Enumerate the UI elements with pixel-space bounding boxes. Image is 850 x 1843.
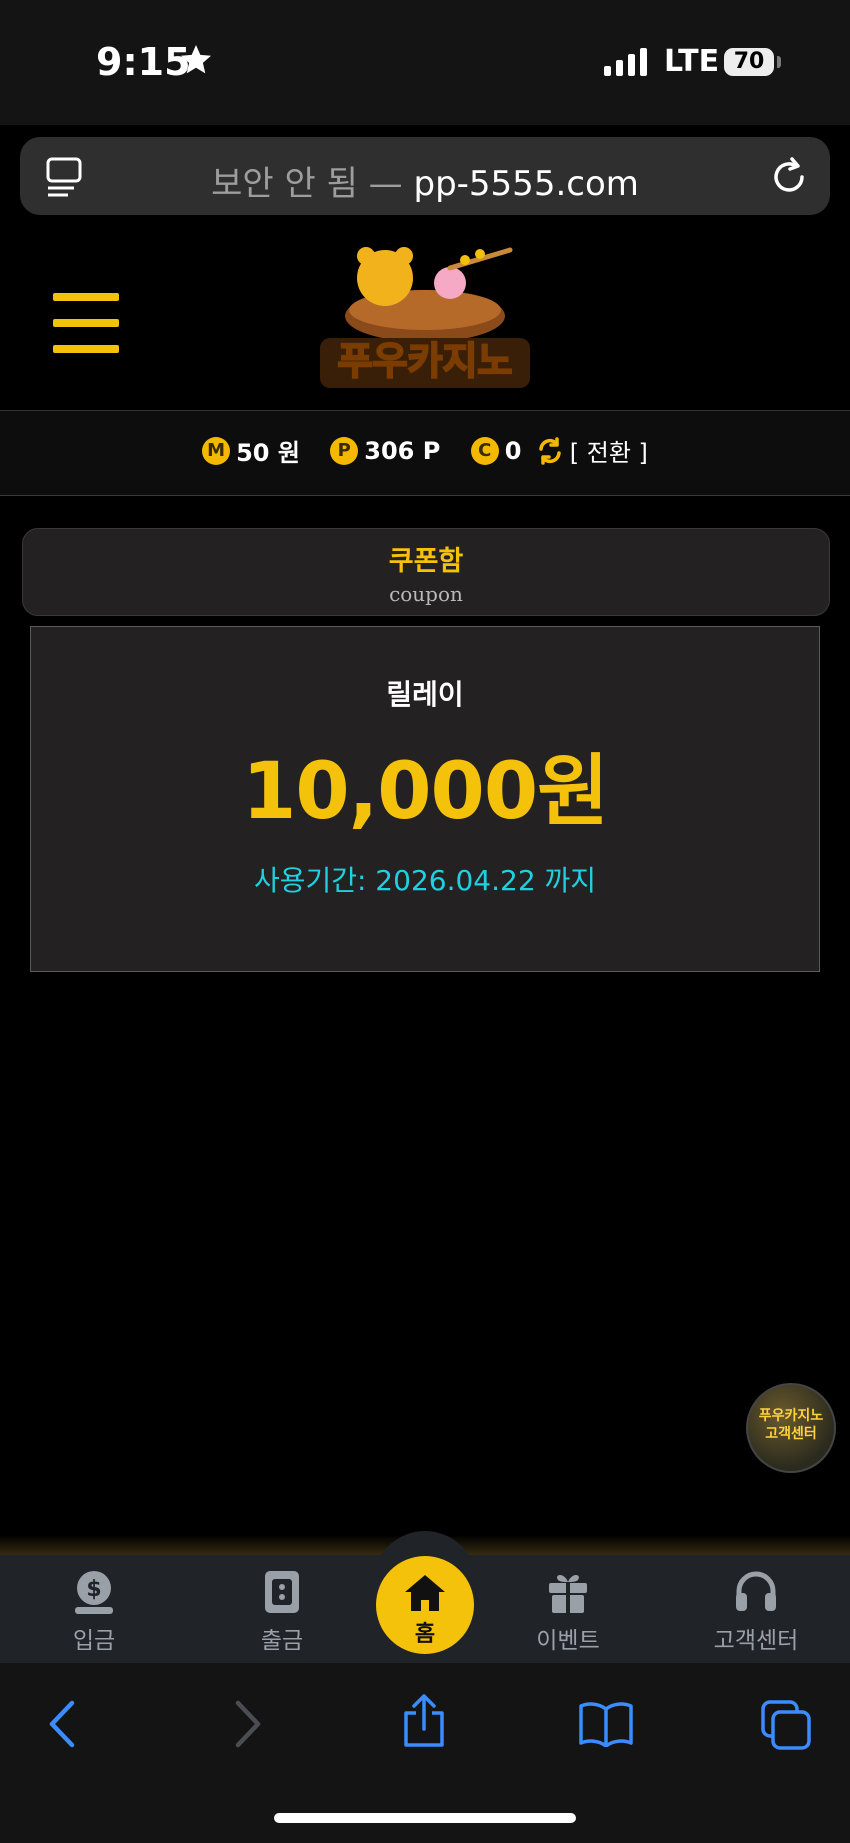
status-time: 9:15 xyxy=(96,40,191,84)
tabs-icon[interactable] xyxy=(760,1699,812,1751)
coupon-name: 릴레이 xyxy=(386,678,464,711)
cs-badge-line2: 고객센터 xyxy=(765,1426,817,1442)
nav-event[interactable]: 이벤트 xyxy=(508,1569,628,1655)
signal-icon xyxy=(604,48,647,76)
battery-level: 70 xyxy=(733,49,765,74)
status-bar: 9:15 LTE 70 보안 안 됨 — pp-5555.com xyxy=(0,0,850,215)
customer-service-badge[interactable]: 푸우카지노 고객센터 xyxy=(746,1383,836,1473)
money-coin-icon: M xyxy=(202,436,231,465)
nav-event-label: 이벤트 xyxy=(536,1628,600,1654)
menu-icon[interactable] xyxy=(53,293,119,353)
coupon-expiry: 사용기간: 2026.04.22 까지 xyxy=(253,864,597,897)
address-bar[interactable]: 보안 안 됨 — pp-5555.com xyxy=(20,137,830,215)
refresh-icon[interactable] xyxy=(536,436,564,465)
nav-deposit[interactable]: $ 입금 xyxy=(34,1569,154,1655)
comp-balance: 0 xyxy=(504,436,522,465)
point-coin-icon: P xyxy=(330,436,359,465)
back-icon[interactable] xyxy=(46,1699,78,1749)
network-label: LTE xyxy=(664,44,720,79)
nav-withdraw[interactable]: 출금 xyxy=(222,1569,342,1655)
logo-text: 푸우카지노 xyxy=(338,339,513,383)
home-icon xyxy=(405,1575,445,1611)
comp-coin-icon: C xyxy=(470,436,499,465)
domain-label: pp-5555.com xyxy=(413,164,639,204)
money-balance: 50 원 xyxy=(236,439,300,467)
security-label: 보안 안 됨 — xyxy=(211,164,403,204)
point-balance: 306 P xyxy=(364,436,441,465)
forward-icon[interactable] xyxy=(232,1699,264,1749)
coupon-card[interactable]: 릴레이 10,000원 사용기간: 2026.04.22 까지 xyxy=(30,626,820,972)
home-indicator xyxy=(274,1813,576,1823)
withdraw-icon xyxy=(265,1571,299,1613)
coupon-box-subtitle: coupon xyxy=(389,582,463,606)
svg-text:$: $ xyxy=(86,1577,101,1602)
nav-support[interactable]: 고객센터 xyxy=(696,1569,816,1655)
share-icon[interactable] xyxy=(400,1693,448,1749)
coupon-box-title: 쿠폰함 xyxy=(388,546,464,577)
coupon-amount: 10,000원 xyxy=(242,747,609,837)
coupon-box-header: 쿠폰함 coupon xyxy=(22,528,830,616)
gift-icon xyxy=(549,1575,587,1613)
nav-support-label: 고객센터 xyxy=(713,1628,799,1654)
battery-icon: 70 xyxy=(724,48,774,76)
convert-button[interactable]: [ 전환 ] xyxy=(570,439,648,467)
nav-home[interactable]: 홈 xyxy=(376,1556,474,1654)
deposit-icon: $ xyxy=(75,1571,113,1614)
balance-bar: M 50 원 P 306 P C0 [ 전환 ] xyxy=(0,411,850,496)
nav-home-label: 홈 xyxy=(414,1622,436,1647)
reload-icon[interactable] xyxy=(770,155,810,197)
site-header: 푸우카지노 xyxy=(0,238,850,411)
star-icon xyxy=(181,45,211,74)
nav-deposit-label: 입금 xyxy=(72,1628,116,1654)
headset-icon xyxy=(736,1571,776,1611)
nav-withdraw-label: 출금 xyxy=(260,1628,304,1654)
url-text[interactable]: 보안 안 됨 — pp-5555.com xyxy=(20,156,830,205)
cs-badge-line1: 푸우카지노 xyxy=(758,1408,824,1424)
site-logo[interactable]: 푸우카지노 xyxy=(300,238,550,398)
battery-tip xyxy=(777,56,781,68)
bookmarks-icon[interactable] xyxy=(578,1701,634,1747)
